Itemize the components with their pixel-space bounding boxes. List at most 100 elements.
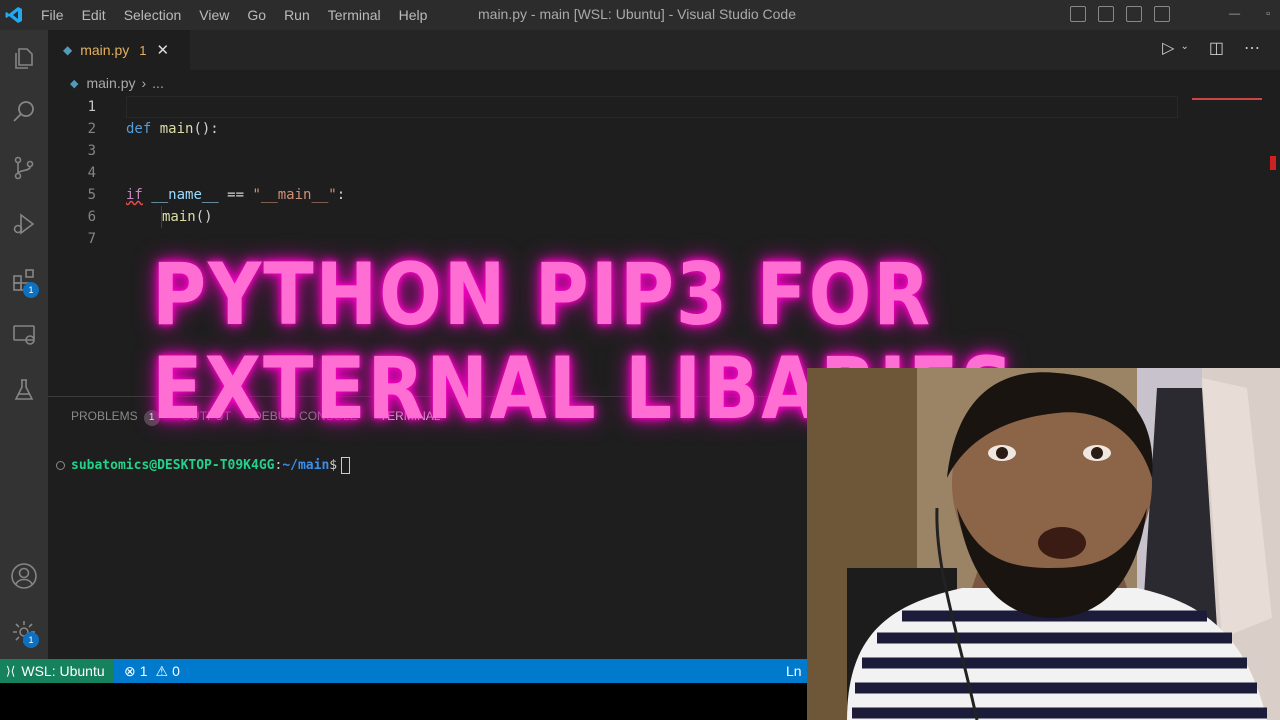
menu-file[interactable]: File: [32, 0, 73, 30]
minimap-error-marker: [1192, 98, 1262, 100]
editor-tabs: ◆ main.py 1 ✕ ▷ ⌄ ◫ ⋯: [48, 30, 1280, 70]
tab-main-py[interactable]: ◆ main.py 1 ✕: [48, 30, 190, 70]
toggle-panel-icon[interactable]: [1098, 6, 1114, 22]
close-tab-icon[interactable]: ✕: [157, 41, 170, 59]
chevron-down-icon[interactable]: ⌄: [1180, 41, 1188, 58]
command-decoration-icon: [56, 461, 65, 470]
menu-go[interactable]: Go: [238, 0, 275, 30]
breadcrumb-symbol[interactable]: ...: [152, 75, 164, 91]
vscode-window: { "titlebar": { "menu": ["File", "Edit",…: [0, 0, 1280, 720]
menu-terminal[interactable]: Terminal: [319, 0, 390, 30]
string-literal: "__main__": [252, 187, 337, 203]
breadcrumb: ◆ main.py › ...: [48, 70, 1280, 96]
scrollbar-error-marker[interactable]: [1270, 156, 1276, 170]
source-control-icon[interactable]: [0, 144, 48, 192]
extensions-badge: 1: [23, 282, 39, 298]
toggle-secondary-sidebar-icon[interactable]: [1126, 6, 1142, 22]
toggle-sidebar-icon[interactable]: [1070, 6, 1086, 22]
menu-edit[interactable]: Edit: [73, 0, 115, 30]
run-python-file-icon[interactable]: ▷: [1162, 38, 1174, 58]
settings-gear-icon[interactable]: 1: [0, 608, 48, 656]
restore-icon[interactable]: ▫: [1266, 0, 1270, 28]
window-title: main.py - main [WSL: Ubuntu] - Visual St…: [478, 6, 797, 22]
editor-actions: ▷ ⌄ ◫ ⋯: [1162, 38, 1260, 58]
code-line: 6 main(): [48, 206, 1178, 228]
thumbnail-title-line1: PYTHON PIP3 FOR: [152, 245, 932, 345]
split-editor-icon[interactable]: ◫: [1209, 38, 1224, 58]
tab-problem-count: 1: [139, 42, 147, 58]
terminal-cursor: [341, 457, 351, 474]
menu-view[interactable]: View: [190, 0, 238, 30]
python-file-icon: ◆: [70, 77, 79, 90]
code-operator: ==: [218, 187, 253, 203]
keyword-if: if: [126, 187, 143, 203]
line-number: 3: [87, 143, 96, 159]
code-line: 3: [48, 140, 1178, 162]
terminal-prompt[interactable]: subatomics@DESKTOP-T09K4GG: ~/main $: [56, 457, 351, 474]
code-punct: ():: [193, 121, 219, 137]
remote-indicator[interactable]: ⟩⟨ WSL: Ubuntu: [0, 659, 114, 683]
menu-run[interactable]: Run: [275, 0, 319, 30]
code-line: 2 def main():: [48, 118, 1178, 140]
accounts-icon[interactable]: [0, 552, 48, 600]
code-line: 5 if __name__ == "__main__":: [48, 184, 1178, 206]
python-file-icon: ◆: [63, 43, 73, 57]
terminal-prompt-symbol: $: [329, 458, 338, 473]
line-number: 7: [87, 231, 96, 247]
code-punct: :: [336, 187, 346, 203]
webcam-person-image: [807, 368, 1280, 720]
remote-explorer-icon[interactable]: [0, 310, 48, 358]
keyword-def: def: [126, 121, 152, 137]
variable-name: __name__: [151, 187, 219, 203]
remote-label: WSL: Ubuntu: [21, 663, 105, 679]
code-punct: (): [195, 209, 213, 225]
menu-help[interactable]: Help: [390, 0, 437, 30]
error-count: 1: [139, 663, 148, 679]
warning-count: 0: [172, 663, 180, 679]
menu-bar: File Edit Selection View Go Run Terminal…: [32, 0, 436, 30]
webcam-overlay: [807, 368, 1280, 720]
testing-icon[interactable]: [0, 366, 48, 414]
code-text: if __name__ == "__main__":: [126, 184, 345, 206]
window-controls: — ▫: [1229, 0, 1270, 28]
line-number: 2: [87, 121, 96, 137]
cursor-position[interactable]: Ln: [786, 659, 802, 683]
menu-selection[interactable]: Selection: [115, 0, 191, 30]
layout-controls: [1070, 6, 1170, 22]
code-line: 1: [48, 96, 1178, 118]
more-actions-icon[interactable]: ⋯: [1244, 38, 1260, 58]
tab-filename: main.py: [80, 42, 130, 58]
line-number: 4: [87, 165, 96, 181]
thumbnail-title-line2: EXTERNAL LIBARIES: [152, 339, 1016, 439]
thumbnail-title: PYTHON PIP3 FOR EXTERNAL LIBARIES: [152, 245, 1016, 439]
line-number: 1: [87, 99, 96, 115]
minimize-icon[interactable]: —: [1229, 0, 1240, 28]
code-text: def main():: [126, 118, 219, 140]
code-line: 4: [48, 162, 1178, 184]
terminal-colon: :: [274, 458, 283, 473]
current-line-highlight: [126, 96, 1178, 118]
search-icon[interactable]: [0, 88, 48, 136]
error-icon: ⊗: [124, 662, 136, 679]
customize-layout-icon[interactable]: [1154, 6, 1170, 22]
breadcrumb-separator: ›: [141, 75, 147, 91]
terminal-path: ~/main: [282, 458, 330, 473]
run-debug-icon[interactable]: [0, 200, 48, 248]
settings-badge: 1: [23, 632, 39, 648]
line-number: 5: [87, 187, 96, 203]
code-text: main(): [161, 206, 213, 228]
tab-problems-label: PROBLEMS: [71, 409, 138, 423]
extensions-icon[interactable]: 1: [0, 256, 48, 304]
line-number: 6: [87, 209, 96, 225]
tab-problems[interactable]: PROBLEMS 1: [71, 409, 160, 426]
explorer-icon[interactable]: [0, 34, 48, 82]
terminal-user-host: subatomics@DESKTOP-T09K4GG: [71, 458, 275, 473]
remote-icon: ⟩⟨: [6, 664, 16, 678]
function-name: main: [159, 121, 194, 137]
breadcrumb-file[interactable]: main.py: [86, 75, 135, 91]
title-bar: File Edit Selection View Go Run Terminal…: [0, 0, 1280, 30]
vscode-logo-icon: [0, 0, 28, 30]
warning-icon: ⚠: [155, 662, 169, 679]
problems-status[interactable]: ⊗ 1 ⚠ 0: [124, 659, 180, 683]
function-call: main: [162, 209, 196, 225]
